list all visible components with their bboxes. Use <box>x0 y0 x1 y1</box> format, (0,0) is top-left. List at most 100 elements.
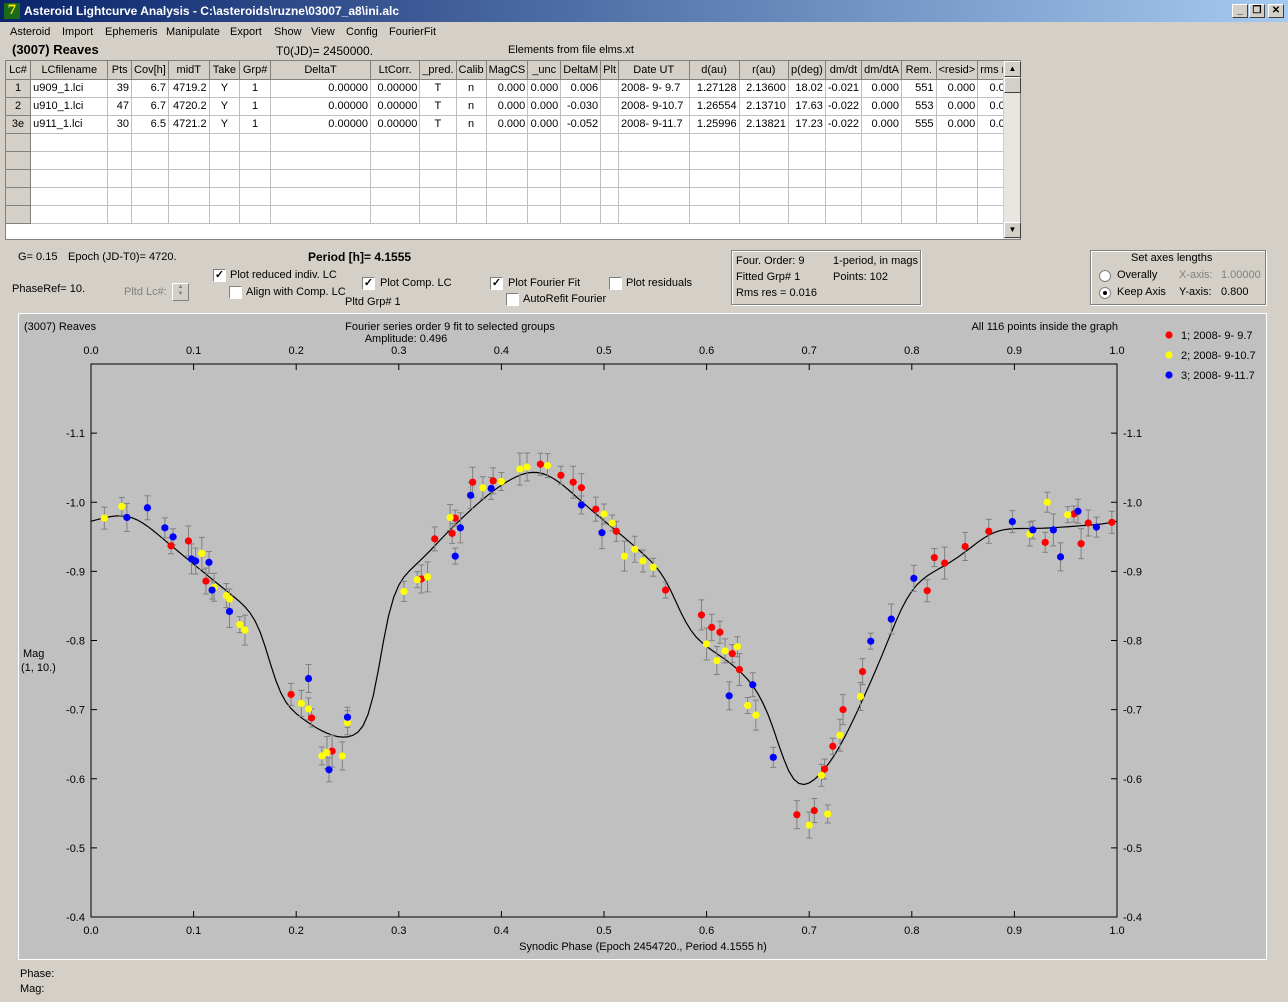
plot-fourier-checkbox[interactable]: ✓ <box>490 277 503 290</box>
table-cell[interactable] <box>560 169 602 188</box>
table-cell[interactable] <box>456 151 487 170</box>
table-cell[interactable] <box>30 187 109 206</box>
table-cell[interactable] <box>936 187 979 206</box>
column-header[interactable]: Pts <box>107 61 132 80</box>
table-cell[interactable] <box>168 205 210 224</box>
column-header[interactable]: p(deg) <box>788 61 826 80</box>
table-cell[interactable] <box>825 169 863 188</box>
table-cell[interactable]: Y <box>209 79 241 98</box>
table-cell[interactable] <box>560 133 602 152</box>
table-cell[interactable] <box>689 133 740 152</box>
table-cell[interactable]: 6.7 <box>131 79 169 98</box>
align-comp-checkbox[interactable] <box>229 286 242 299</box>
table-cell[interactable] <box>600 79 620 98</box>
table-cell[interactable] <box>270 205 372 224</box>
column-header[interactable]: r(au) <box>739 61 789 80</box>
table-cell[interactable] <box>456 205 487 224</box>
table-cell[interactable]: 1 <box>239 115 271 134</box>
table-cell[interactable]: 2.13710 <box>739 97 789 116</box>
table-cell[interactable] <box>486 133 529 152</box>
menu-asteroid[interactable]: Asteroid <box>10 26 50 38</box>
table-cell[interactable]: 30 <box>107 115 132 134</box>
table-cell[interactable] <box>131 151 169 170</box>
table-cell[interactable] <box>209 151 241 170</box>
table-cell[interactable] <box>168 133 210 152</box>
table-cell[interactable] <box>456 169 487 188</box>
lightcurve-table[interactable]: Lc# LCfilename Pts Cov[h] midT Take Grp# DeltaT… <box>5 60 1021 240</box>
table-cell[interactable] <box>600 133 620 152</box>
table-cell[interactable] <box>788 187 826 206</box>
table-cell[interactable] <box>739 169 789 188</box>
table-cell[interactable] <box>788 205 826 224</box>
table-cell[interactable]: 551 <box>901 79 937 98</box>
menu-import[interactable]: Import <box>62 26 93 38</box>
autorefit-checkbox[interactable] <box>506 293 519 306</box>
table-cell[interactable] <box>486 151 529 170</box>
table-cell[interactable] <box>739 133 789 152</box>
row-header[interactable] <box>6 169 32 188</box>
table-cell[interactable] <box>560 151 602 170</box>
table-cell[interactable] <box>270 187 372 206</box>
row-header[interactable] <box>6 205 32 224</box>
restore-icon[interactable]: ❐ <box>1249 4 1265 18</box>
table-cell[interactable] <box>239 205 271 224</box>
table-cell[interactable] <box>618 205 690 224</box>
column-header[interactable]: MagCS <box>486 61 529 80</box>
table-cell[interactable] <box>486 205 529 224</box>
row-header[interactable]: 2 <box>6 97 32 116</box>
table-cell[interactable]: Y <box>209 115 241 134</box>
table-cell[interactable] <box>131 133 169 152</box>
table-cell[interactable] <box>209 169 241 188</box>
table-cell[interactable]: -0.030 <box>560 97 602 116</box>
table-cell[interactable]: u910_1.lci <box>30 97 109 116</box>
table-cell[interactable] <box>600 115 620 134</box>
table-row[interactable]: 3e u911_1.lci 30 6.5 4721.2 Y 1 0.00000 0.00000 T… <box>6 115 1020 134</box>
table-row[interactable] <box>6 169 1020 188</box>
column-header[interactable]: Date UT <box>618 61 690 80</box>
close-icon[interactable]: ✕ <box>1268 4 1284 18</box>
table-cell[interactable]: 1 <box>239 79 271 98</box>
table-cell[interactable] <box>370 169 421 188</box>
table-cell[interactable]: 0.000 <box>486 115 529 134</box>
table-cell[interactable] <box>107 169 132 188</box>
table-cell[interactable]: 0.00000 <box>270 97 372 116</box>
table-row[interactable] <box>6 133 1020 152</box>
table-cell[interactable]: 0.000 <box>936 79 979 98</box>
table-cell[interactable] <box>131 169 169 188</box>
table-cell[interactable] <box>618 187 690 206</box>
overally-radio[interactable] <box>1099 270 1111 282</box>
row-header[interactable] <box>6 133 32 152</box>
table-cell[interactable] <box>825 151 863 170</box>
table-cell[interactable]: 555 <box>901 115 937 134</box>
table-cell[interactable] <box>239 151 271 170</box>
table-cell[interactable]: 4719.2 <box>168 79 210 98</box>
table-cell[interactable] <box>600 187 620 206</box>
table-cell[interactable] <box>131 205 169 224</box>
table-cell[interactable] <box>861 133 903 152</box>
table-cell[interactable]: 1.27128 <box>689 79 740 98</box>
column-header[interactable]: midT <box>168 61 210 80</box>
table-cell[interactable] <box>30 169 109 188</box>
table-cell[interactable] <box>239 187 271 206</box>
table-cell[interactable] <box>618 151 690 170</box>
column-header[interactable]: dm/dtA <box>861 61 903 80</box>
table-cell[interactable] <box>901 205 937 224</box>
table-cell[interactable]: 17.23 <box>788 115 826 134</box>
table-cell[interactable]: 0.00000 <box>370 79 421 98</box>
table-cell[interactable] <box>936 133 979 152</box>
menu-ephemeris[interactable]: Ephemeris <box>105 26 158 38</box>
table-cell[interactable] <box>419 151 457 170</box>
table-cell[interactable] <box>527 151 562 170</box>
column-header[interactable]: _unc <box>527 61 562 80</box>
table-cell[interactable] <box>486 169 529 188</box>
table-row[interactable] <box>6 187 1020 206</box>
table-cell[interactable] <box>270 133 372 152</box>
menu-view[interactable]: View <box>311 26 335 38</box>
table-cell[interactable]: 0.00000 <box>270 115 372 134</box>
table-cell[interactable] <box>600 169 620 188</box>
table-cell[interactable] <box>901 151 937 170</box>
table-cell[interactable] <box>270 151 372 170</box>
row-header[interactable]: 3e <box>6 115 32 134</box>
table-cell[interactable]: 6.5 <box>131 115 169 134</box>
table-cell[interactable]: Y <box>209 97 241 116</box>
